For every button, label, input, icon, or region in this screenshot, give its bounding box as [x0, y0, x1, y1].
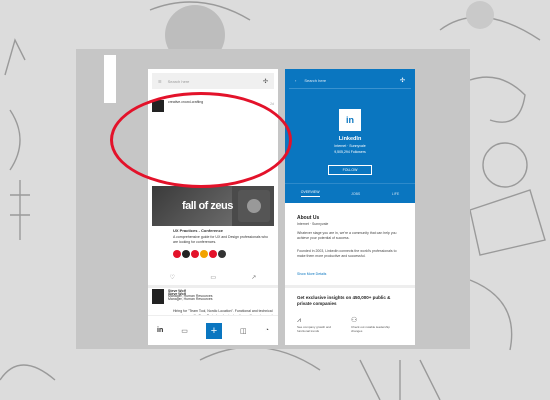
post-time: 2d: [270, 102, 274, 106]
people-icon: ⚇: [351, 317, 358, 324]
followers-count: 9,505,294 Followers: [334, 150, 366, 154]
post-header[interactable]: Steve Wolf Manager, Human Resources: [152, 289, 213, 301]
bottom-tab-bar: in ▭ + ◫ ◔: [148, 315, 278, 345]
back-icon[interactable]: ‹: [295, 78, 296, 83]
company-header: ‹ Search here ✣ in LinkedIn Internet · S…: [285, 69, 415, 183]
about-title: About Us: [297, 215, 320, 221]
divider: [148, 285, 278, 288]
add-post-button[interactable]: +: [205, 322, 222, 339]
premium-promo: Get exclusive insights on 450,000+ publi…: [297, 295, 391, 306]
photo-thumbnail: [238, 190, 270, 222]
tab-jobs[interactable]: JOBS: [351, 192, 360, 196]
post-body: A comprehensive guide for UX and Design …: [173, 235, 268, 244]
search-bar[interactable]: ☰ Search here ✣: [152, 73, 274, 89]
post-actions: ♡ ▭ ↗: [152, 274, 274, 281]
about-paragraph: Founded in 2003, LinkedIn connects the w…: [297, 249, 397, 258]
post-image[interactable]: fall of zeus: [152, 186, 274, 226]
search-input[interactable]: Search here: [168, 79, 190, 84]
post-author: Steve Wolf Manager, Human Resources: [168, 289, 213, 298]
share-icon[interactable]: ↗: [251, 274, 256, 281]
search-input[interactable]: Search here: [304, 78, 326, 83]
feed-screen: ☰ Search here ✣ creative.crowd-crafting …: [148, 69, 278, 345]
company-screen: ‹ Search here ✣ in LinkedIn Internet · S…: [285, 69, 415, 345]
comment-icon[interactable]: ▭: [210, 274, 216, 281]
decorative-bar: [104, 55, 116, 103]
company-meta: Internet · Sunnyvale: [334, 144, 366, 148]
show-more-link[interactable]: Show More Details: [297, 272, 326, 276]
post-header[interactable]: creative.crowd-crafting: [152, 100, 203, 112]
about-subtitle: Internet · Sunnyvale: [297, 222, 329, 226]
grid-icon[interactable]: ✣: [263, 78, 268, 85]
menu-icon[interactable]: ☰: [158, 79, 162, 84]
about-paragraph: Whatever stage you are in, we're a commu…: [297, 231, 397, 240]
company-logo: in: [339, 109, 361, 131]
messages-icon[interactable]: ▭: [181, 327, 188, 335]
post-headline: UX Practices - Conference: [173, 228, 224, 233]
reaction-avatars[interactable]: [173, 250, 226, 258]
search-bar[interactable]: ‹ Search here ✣: [289, 73, 411, 89]
trend-icon: ⩘: [297, 317, 301, 324]
tab-overview[interactable]: OVERVIEW: [300, 190, 320, 197]
follow-button[interactable]: FOLLOW: [328, 165, 372, 175]
post-source: creative.crowd-crafting: [168, 100, 204, 104]
grid-icon[interactable]: ✣: [400, 77, 405, 84]
avatar[interactable]: [152, 289, 164, 301]
like-icon[interactable]: ♡: [170, 274, 175, 281]
company-tabs: OVERVIEW JOBS LIFE: [285, 183, 415, 203]
company-name: LinkedIn: [338, 136, 362, 142]
feature-growth: ⩘ See company growth and functional tren…: [297, 317, 343, 333]
jobs-icon[interactable]: ◫: [240, 327, 247, 335]
feature-leadership: ⚇ Check out notable leadership changes: [351, 317, 397, 333]
image-title: fall of zeus: [182, 200, 233, 212]
tab-life[interactable]: LIFE: [392, 192, 399, 196]
home-icon[interactable]: in: [157, 327, 163, 334]
avatar[interactable]: [152, 100, 164, 112]
notifications-icon[interactable]: ◔: [265, 327, 269, 334]
divider: [285, 285, 415, 288]
